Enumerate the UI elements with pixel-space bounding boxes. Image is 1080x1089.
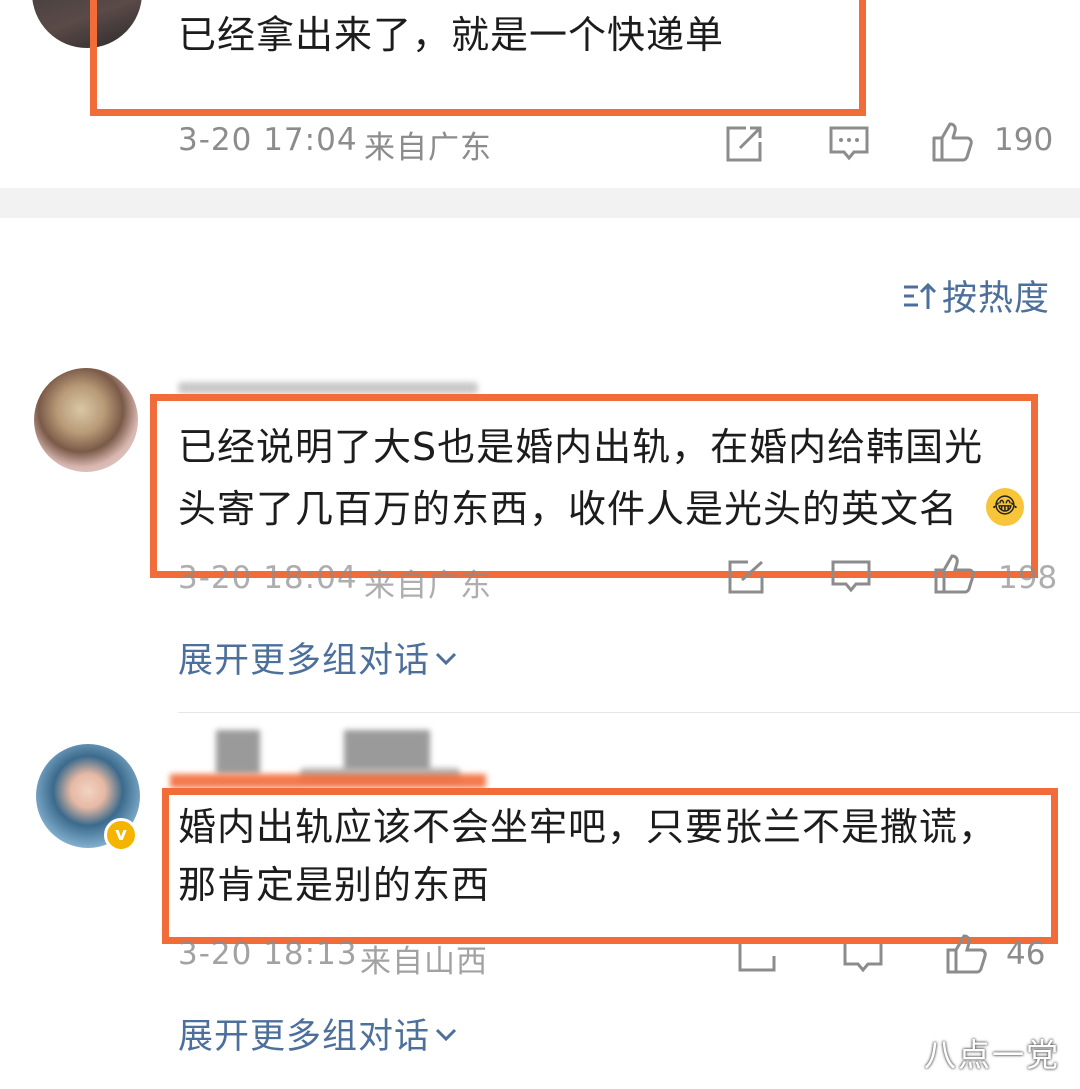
highlight-box [150,394,1038,578]
sort-label: 按热度 [942,279,1051,319]
verified-badge-icon: v [104,818,138,852]
highlight-box [162,788,1058,944]
expand-replies-link[interactable]: 展开更多组对话 [178,1008,458,1059]
like-count: 198 [998,560,1058,596]
like-icon[interactable] [930,120,976,164]
like-icon[interactable] [932,554,978,594]
comment-location: 来自广东 [364,568,492,604]
comment-time: 3-20 18:13 [178,936,358,972]
comment-icon[interactable] [842,942,884,972]
like-count: 190 [994,122,1054,158]
chevron-down-icon [434,648,458,668]
expand-label: 展开更多组对话 [178,641,431,681]
watermark: 八点一党 [924,1036,1061,1074]
comment-location: 来自山西 [360,944,488,980]
expand-replies-link[interactable]: 展开更多组对话 [178,632,458,683]
highlight-box [170,774,486,788]
comment-icon[interactable] [828,124,870,164]
sort-icon [902,281,936,311]
share-icon[interactable] [726,560,766,594]
comment-location: 来自广东 [364,130,492,166]
share-icon[interactable] [724,124,764,164]
comment-time: 3-20 18:04 [178,560,358,596]
avatar[interactable] [34,368,138,472]
chevron-down-icon [434,1024,458,1044]
like-icon[interactable] [944,934,990,974]
username[interactable] [178,382,478,394]
sort-button[interactable]: 按热度 [902,270,1050,321]
expand-label: 展开更多组对话 [178,1017,431,1057]
highlight-box [90,0,866,116]
section-divider [0,188,1080,218]
divider [178,712,1080,713]
share-icon[interactable] [738,942,778,972]
like-count: 46 [1006,936,1046,972]
comment-time: 3-20 17:04 [178,122,358,158]
username[interactable] [216,730,260,774]
comment-icon[interactable] [830,560,872,594]
